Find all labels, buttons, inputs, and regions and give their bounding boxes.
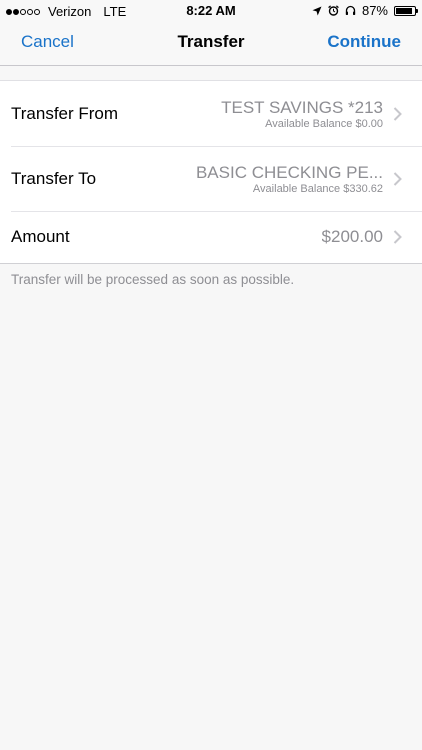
transfer-form-list: Transfer From TEST SAVINGS *213 Availabl…: [0, 80, 422, 264]
transfer-to-balance: Available Balance $330.62: [252, 182, 383, 195]
chevron-right-icon: [393, 106, 402, 121]
location-arrow-icon: [312, 6, 322, 15]
transfer-from-row[interactable]: Transfer From TEST SAVINGS *213 Availabl…: [0, 81, 422, 146]
continue-button[interactable]: Continue: [327, 32, 401, 52]
navigation-bar: Cancel Transfer Continue: [0, 22, 422, 66]
transfer-from-label: Transfer From: [11, 103, 119, 123]
transfer-from-value: TEST SAVINGS *213 Available Balance $0.0…: [221, 98, 383, 130]
battery-icon: [394, 5, 418, 16]
amount-value-wrap: $200.00: [322, 227, 383, 247]
transfer-from-account: TEST SAVINGS *213: [221, 97, 383, 117]
transfer-to-label: Transfer To: [11, 168, 97, 188]
processing-note: Transfer will be processed as soon as po…: [11, 272, 295, 287]
headphones-icon: [345, 5, 356, 15]
chevron-right-icon: [393, 230, 402, 244]
battery-fill: [396, 7, 412, 14]
alarm-clock-icon: [328, 5, 339, 16]
transfer-to-value: BASIC CHECKING PE... Available Balance $…: [196, 163, 383, 195]
chevron-right-icon: [393, 171, 402, 186]
status-bar: Verizon LTE 8:22 AM 87%: [0, 0, 422, 22]
status-right: 87%: [312, 3, 418, 18]
transfer-to-account: BASIC CHECKING PE...: [195, 162, 383, 182]
battery-percent: 87%: [361, 3, 388, 18]
transfer-from-balance: Available Balance $0.00: [265, 117, 383, 130]
cancel-button[interactable]: Cancel: [21, 32, 74, 52]
amount-value: $200.00: [321, 227, 383, 246]
amount-row[interactable]: Amount $200.00: [0, 211, 422, 263]
amount-label: Amount: [11, 227, 70, 246]
transfer-to-row[interactable]: Transfer To BASIC CHECKING PE... Availab…: [0, 146, 422, 211]
